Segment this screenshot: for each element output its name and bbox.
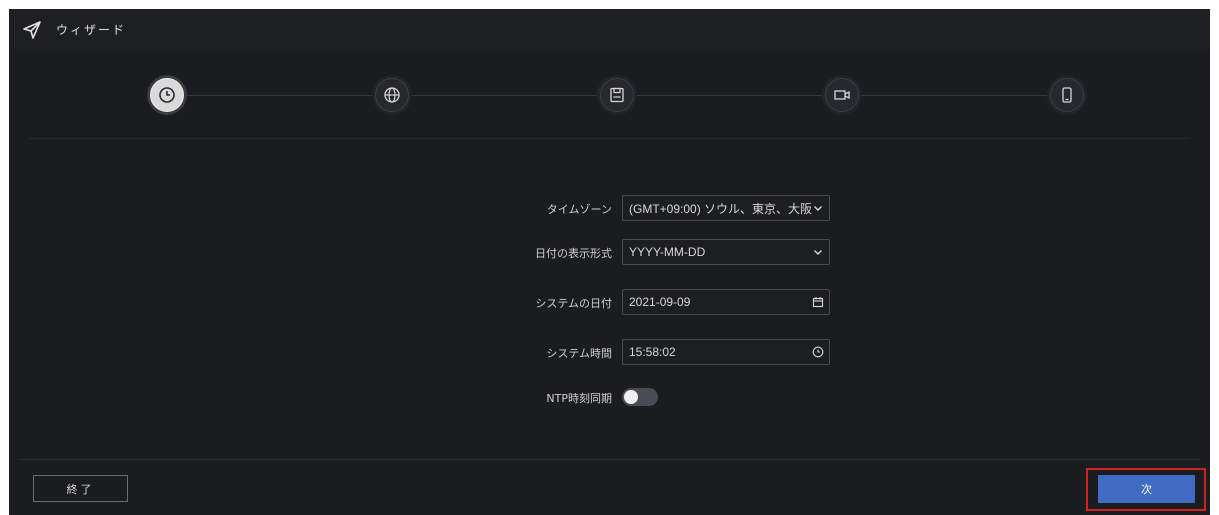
- toggle-knob: [624, 390, 638, 404]
- footer-divider: [19, 459, 1200, 460]
- system-date-label: システムの日付: [535, 297, 612, 310]
- timezone-label: タイムゾーン: [546, 203, 612, 216]
- date-format-value: YYYY-MM-DD: [629, 245, 706, 259]
- system-time-row: システム時間 15:58:02: [19, 339, 1200, 365]
- title-bar: ウィザード: [9, 9, 1210, 49]
- clock-icon[interactable]: [812, 346, 824, 358]
- system-date-row: システムの日付 2021-09-09: [19, 289, 1200, 315]
- window-title: ウィザード: [56, 23, 127, 37]
- time-settings-form: タイムゾーン (GMT+09:00) ソウル、東京、大阪 日付の表示形式 YYY…: [19, 52, 1200, 464]
- exit-button[interactable]: 終了: [33, 475, 128, 502]
- system-date-input[interactable]: 2021-09-09: [622, 289, 830, 315]
- ntp-row: NTP時刻同期: [19, 384, 1200, 410]
- chevron-down-icon: [814, 250, 822, 255]
- system-time-label: システム時間: [546, 347, 612, 360]
- chevron-down-icon: [814, 206, 822, 211]
- system-time-input[interactable]: 15:58:02: [622, 339, 830, 365]
- ntp-label: NTP時刻同期: [546, 392, 612, 405]
- date-format-select[interactable]: YYYY-MM-DD: [622, 239, 830, 265]
- wizard-window: ウィザード タイムゾーン (GMT+09:00) ソウル、東京、大阪 日付の表示…: [9, 9, 1210, 515]
- timezone-row: タイムゾーン (GMT+09:00) ソウル、東京、大阪: [19, 195, 1200, 221]
- next-button-highlight: [1086, 468, 1206, 511]
- timezone-select[interactable]: (GMT+09:00) ソウル、東京、大阪: [622, 195, 830, 221]
- wizard-panel: タイムゾーン (GMT+09:00) ソウル、東京、大阪 日付の表示形式 YYY…: [19, 52, 1200, 464]
- date-format-label: 日付の表示形式: [535, 247, 612, 260]
- date-format-row: 日付の表示形式 YYYY-MM-DD: [19, 239, 1200, 265]
- paper-plane-icon: [23, 21, 41, 39]
- calendar-icon[interactable]: [812, 296, 824, 308]
- timezone-value: (GMT+09:00) ソウル、東京、大阪: [629, 201, 813, 216]
- ntp-toggle[interactable]: [622, 388, 658, 406]
- system-time-value: 15:58:02: [629, 345, 676, 359]
- system-date-value: 2021-09-09: [629, 295, 691, 309]
